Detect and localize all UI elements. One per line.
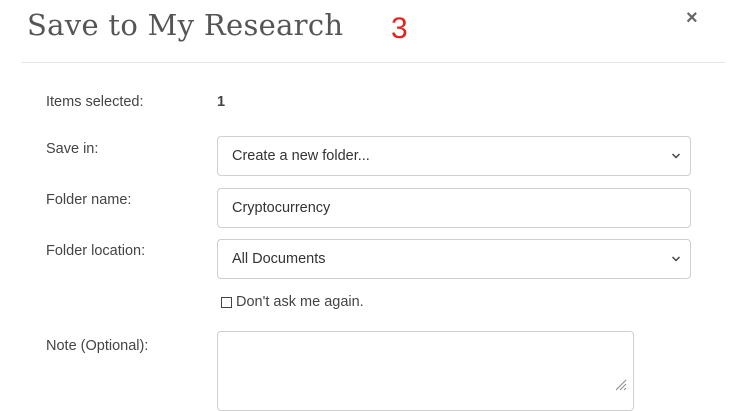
chevron-down-icon bbox=[671, 256, 681, 262]
chevron-down-icon bbox=[671, 153, 681, 159]
folder-name-input[interactable]: Cryptocurrency bbox=[217, 188, 691, 228]
folder-name-label: Folder name: bbox=[46, 192, 132, 208]
save-to-my-research-dialog: Save to My Research 3 × Items selected: … bbox=[0, 0, 732, 411]
save-in-selected-value: Create a new folder... bbox=[232, 148, 370, 164]
items-selected-label: Items selected: bbox=[46, 94, 144, 110]
dont-ask-again-checkbox[interactable] bbox=[221, 296, 232, 308]
items-selected-value: 1 bbox=[217, 94, 226, 110]
dialog-title: Save to My Research bbox=[27, 8, 344, 42]
note-textarea[interactable] bbox=[217, 331, 634, 411]
dont-ask-again-label[interactable]: Don't ask me again. bbox=[236, 294, 364, 310]
save-in-select[interactable]: Create a new folder... bbox=[217, 136, 691, 176]
folder-location-selected-value: All Documents bbox=[232, 251, 326, 267]
folder-name-value: Cryptocurrency bbox=[232, 200, 331, 216]
save-in-label: Save in: bbox=[46, 141, 99, 157]
folder-location-label: Folder location: bbox=[46, 243, 146, 259]
step-number-annotation: 3 bbox=[391, 12, 408, 45]
dont-ask-again-row[interactable]: Don't ask me again. bbox=[221, 294, 364, 310]
resize-grip-icon[interactable] bbox=[613, 377, 627, 391]
close-icon[interactable]: × bbox=[686, 6, 698, 30]
folder-location-select[interactable]: All Documents bbox=[217, 239, 691, 279]
header-divider bbox=[22, 62, 725, 63]
note-label: Note (Optional): bbox=[46, 338, 149, 354]
